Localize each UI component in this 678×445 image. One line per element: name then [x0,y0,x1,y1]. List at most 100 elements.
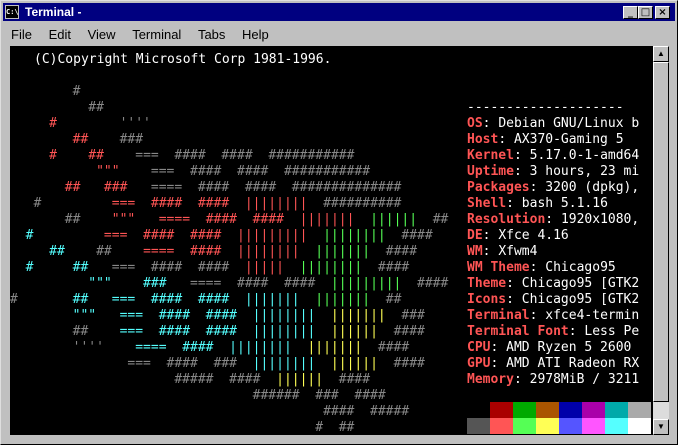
info-row: CPU: AMD Ryzen 5 2600 [467,340,631,356]
logo-line: ##### #### |||||| #### [10,372,370,388]
minimize-button[interactable]: _ [623,6,638,19]
menu-edit[interactable]: Edit [41,23,76,42]
info-separator: : [529,308,546,323]
logo-segment: #### [174,228,222,243]
info-value: Less Pe [584,324,640,339]
vertical-scrollbar[interactable]: ▲ ▼ [653,46,669,435]
logo-segment: #### [229,180,277,195]
logo-segment: """ [80,212,136,227]
logo-segment: #### [135,196,183,211]
logo-segment: ### [299,388,339,403]
logo-segment: #### [143,324,191,339]
close-button[interactable]: × [655,6,670,19]
logo-segment: # [10,84,81,99]
logo-segment: |||||||| [237,308,316,323]
logo-segment: === [10,356,151,371]
color-swatch [490,418,513,434]
logo-segment: ||||||| [283,212,355,227]
maximize-button[interactable]: □ [638,6,653,19]
info-row: Terminal Font: Less Pe [467,324,639,340]
logo-segment: #### [190,308,237,323]
logo-line: # === #### #### |||||||| ########## [10,196,401,212]
scroll-thumb[interactable] [653,62,669,402]
logo-segment: ## [10,324,89,339]
terminal-window: C:\ Terminal - _ □ × File Edit View Term… [0,0,678,445]
scroll-down-button[interactable]: ▼ [653,419,669,435]
info-row: Theme: Chicago95 [GTK2 [467,276,639,292]
logo-segment: #### [205,148,253,163]
color-swatch [467,418,490,434]
info-row: DE: Xfce 4.16 [467,228,569,244]
menu-view[interactable]: View [80,23,121,42]
info-value: 5.17.0-1-amd64 [529,148,640,163]
logo-segment: |||||||| [229,196,308,211]
info-value: 1920x1080, [560,212,640,227]
info-row: GPU: AMD ATI Radeon RX [467,356,639,372]
logo-segment: ### [80,180,128,195]
copyright-line: (C)Copyright Microsoft Corp 1981-1996. [34,52,332,67]
logo-segment: # [10,148,57,163]
logo-segment: ############## [276,180,402,195]
logo-segment: ## [17,292,89,307]
window-title: Terminal - [25,5,82,19]
menu-file[interactable]: File [3,23,37,42]
logo-segment: ########### [268,164,371,179]
menu-tabs[interactable]: Tabs [190,23,230,42]
info-separator: : [482,244,499,259]
color-swatch [628,402,651,418]
info-separator: : [513,148,530,163]
color-swatch [605,402,628,418]
logo-line: """ === #### #### ########### [10,164,370,180]
logo-segment: ||||||| [299,244,371,259]
info-label: Icons [467,292,507,307]
logo-segment: #### [174,244,222,259]
scroll-up-button[interactable]: ▲ [653,46,669,62]
logo-segment: #### [237,212,284,227]
color-swatch [559,418,582,434]
info-row: WM: Xfwm4 [467,244,537,260]
logo-segment: '''' [10,340,104,355]
logo-segment: === [119,164,175,179]
logo-segment: #### [158,148,206,163]
info-separator: : [513,164,530,179]
menu-help[interactable]: Help [234,23,274,42]
info-label: Packages [467,180,530,195]
terminal-output[interactable]: (C)Copyright Microsoft Corp 1981-1996. #… [10,46,653,435]
logo-segment: #### [377,356,425,371]
logo-segment: |||||||| [237,324,316,339]
logo-segment: ||||||| [299,292,371,307]
logo-line: # ## === #### #### ||||||| ||||||| ## [10,292,401,308]
logo-segment: #### [370,244,418,259]
logo-segment: #### [190,324,238,339]
logo-segment: ||||||| [229,292,300,307]
logo-segment: #### [143,308,191,323]
info-rule: -------------------- [467,100,624,115]
logo-segment: === [88,292,136,307]
logo-segment: #### [182,196,230,211]
info-label: Host [467,132,499,147]
color-swatch [467,402,490,418]
logo-segment: """ [10,164,120,179]
logo-segment: |||||||| [213,340,292,355]
logo-segment: #### [268,276,316,291]
info-value: 2978MiB / 3211 [529,372,640,387]
logo-segment: #### [127,228,175,243]
color-swatch [513,402,536,418]
logo-segment: #### [166,340,214,355]
logo-segment: ## [417,212,449,227]
title-bar[interactable]: C:\ Terminal - _ □ × [3,3,675,21]
color-swatch [490,402,513,418]
info-row: WM Theme: Chicago95 [467,260,616,276]
terminal-app-icon[interactable]: C:\ [5,5,19,19]
logo-segment: ## [33,260,89,275]
logo-segment: #### [221,164,269,179]
info-label: Resolution [467,212,546,227]
logo-segment: # [10,228,34,243]
logo-segment: ########## [307,196,402,211]
menu-terminal[interactable]: Terminal [124,23,186,42]
logo-segment: ||||||| [291,340,363,355]
logo-line: # [10,84,81,100]
logo-segment: #### [221,276,269,291]
info-label: GPU [467,356,491,371]
info-label: WM Theme [467,260,530,275]
